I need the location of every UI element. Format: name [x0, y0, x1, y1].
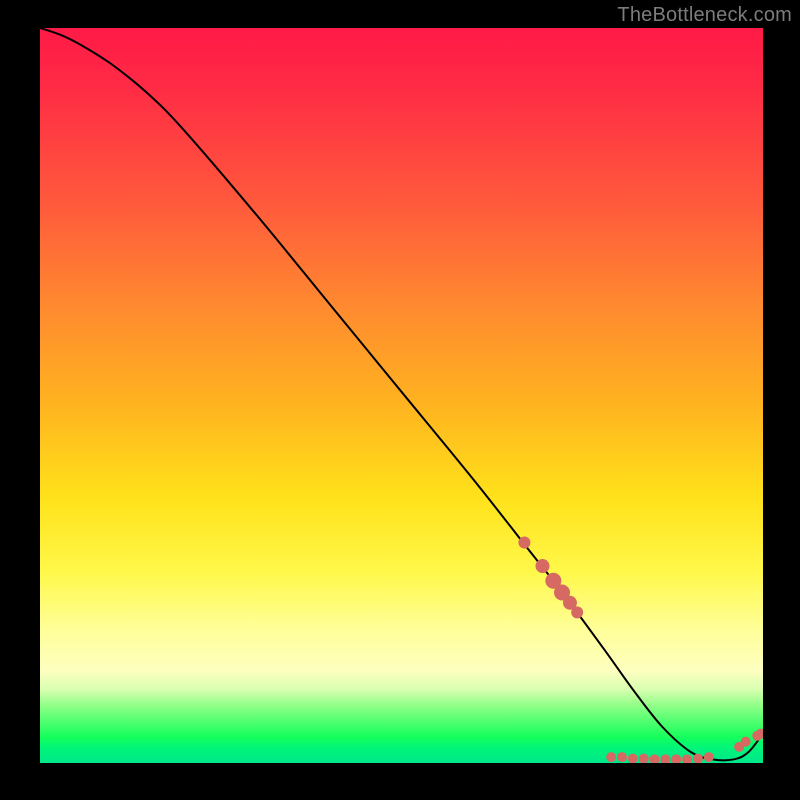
attribution-text: TheBottleneck.com: [617, 4, 792, 27]
gradient-background: [40, 28, 763, 763]
plot-area: [40, 28, 763, 763]
chart-stage: TheBottleneck.com: [0, 0, 800, 800]
